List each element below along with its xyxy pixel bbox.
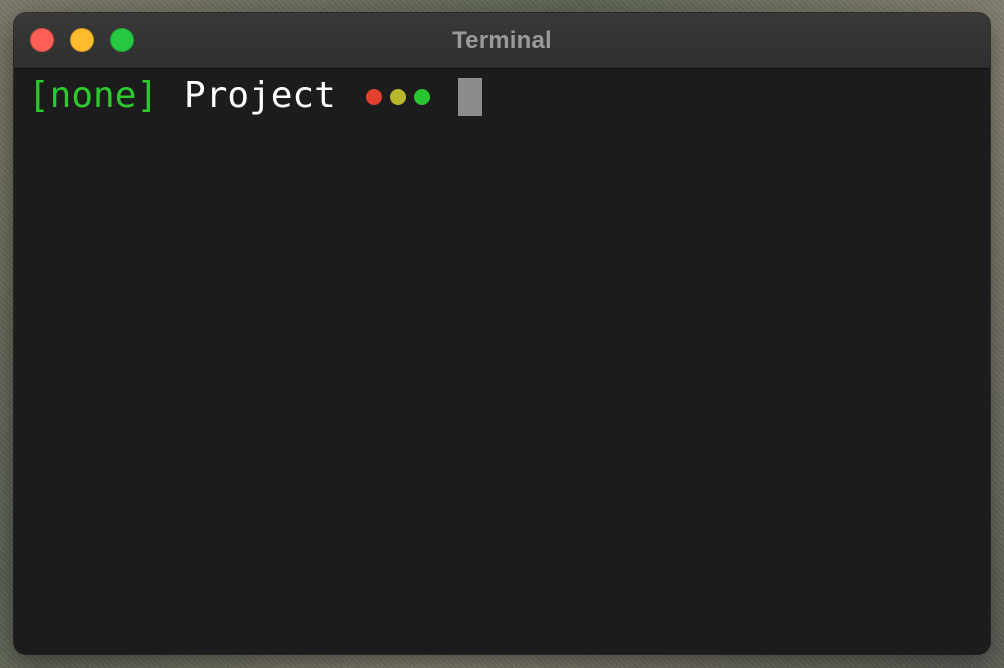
environment-label: [none] xyxy=(28,75,159,116)
title-bar[interactable]: Terminal xyxy=(14,13,990,69)
prompt-line: [none] Project xyxy=(28,71,976,121)
window-title: Terminal xyxy=(452,27,552,54)
status-indicator xyxy=(365,89,430,105)
status-dot-red xyxy=(365,89,382,105)
project-label: Project xyxy=(184,75,336,116)
terminal-window[interactable]: Terminal [none] Project xyxy=(14,13,990,654)
status-dot-yellow xyxy=(389,89,406,105)
block-cursor-icon xyxy=(457,78,482,116)
terminal-content[interactable]: [none] Project xyxy=(14,69,990,654)
status-dot-green xyxy=(413,89,430,105)
